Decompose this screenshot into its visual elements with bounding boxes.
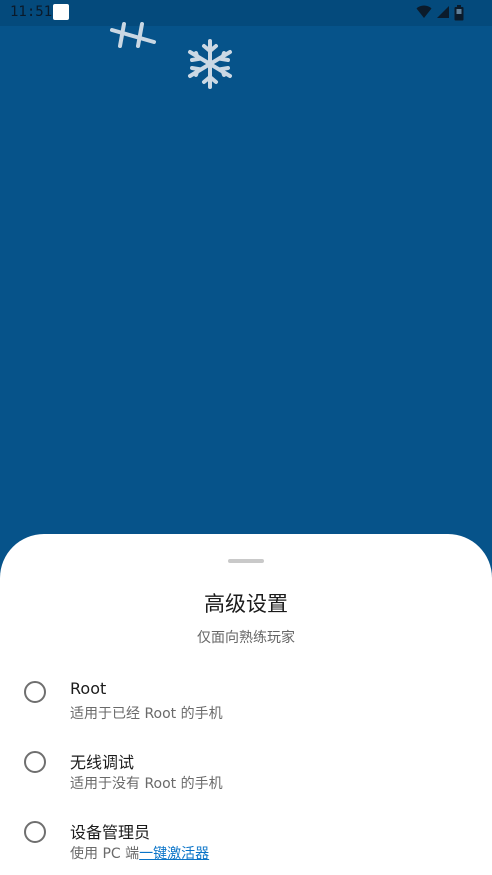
option-root[interactable]: Root 适用于已经 Root 的手机 bbox=[0, 671, 492, 735]
wallpaper bbox=[0, 22, 492, 546]
snowflake-icon bbox=[110, 22, 156, 48]
option-description: 适用于已经 Root 的手机 bbox=[70, 706, 223, 722]
radio-button[interactable] bbox=[24, 681, 46, 703]
wifi-icon bbox=[416, 5, 432, 18]
option-device-admin[interactable]: 设备管理员 使用 PC 端一键激活器 bbox=[0, 811, 492, 875]
option-description: 使用 PC 端一键激活器 bbox=[70, 843, 209, 863]
option-label: 设备管理员 bbox=[70, 823, 151, 842]
option-description-text: 使用 PC 端 bbox=[70, 846, 140, 862]
activator-link[interactable]: 一键激活器 bbox=[139, 846, 209, 862]
status-bar: 11:51 bbox=[0, 0, 492, 26]
option-label: 无线调试 bbox=[70, 753, 135, 772]
option-wireless-debugging[interactable]: 无线调试 适用于没有 Root 的手机 bbox=[0, 741, 492, 805]
sheet-subtitle: 仅面向熟练玩家 bbox=[197, 630, 295, 646]
cell-signal-icon bbox=[437, 6, 449, 18]
option-description: 适用于没有 Root 的手机 bbox=[70, 776, 223, 792]
option-label: Root bbox=[70, 679, 107, 698]
advanced-settings-sheet: 高级设置 仅面向熟练玩家 Root 适用于已经 Root 的手机 无线调试 适用… bbox=[0, 534, 492, 875]
snowflake-icon bbox=[188, 39, 232, 89]
radio-button[interactable] bbox=[24, 821, 46, 843]
sheet-title: 高级设置 bbox=[204, 592, 288, 616]
radio-button[interactable] bbox=[24, 751, 46, 773]
drag-handle[interactable] bbox=[228, 559, 264, 563]
status-time: 11:51 bbox=[10, 4, 53, 20]
app-notification-icon bbox=[53, 4, 69, 20]
status-icons bbox=[416, 5, 464, 21]
battery-icon bbox=[454, 5, 464, 21]
